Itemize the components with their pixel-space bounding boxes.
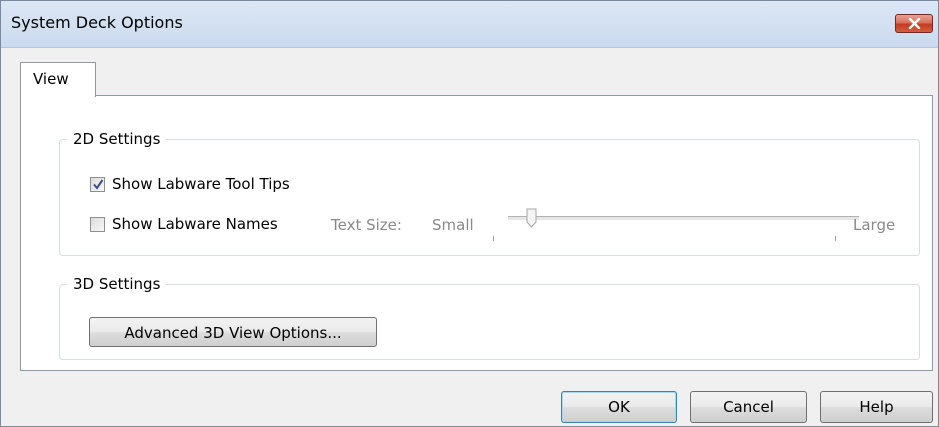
tab-view-label: View (33, 70, 69, 88)
group-2d-legend: 2D Settings (67, 130, 167, 148)
slider-tick-max (835, 236, 836, 241)
show-names-checkbox[interactable] (90, 217, 105, 232)
slider-tick-min (493, 236, 494, 241)
tab-view[interactable]: View (20, 62, 96, 97)
group-3d-legend: 3D Settings (67, 275, 167, 293)
ok-button[interactable]: OK (561, 391, 677, 423)
text-size-small-label: Small (432, 216, 474, 234)
advanced-3d-view-options-button[interactable]: Advanced 3D View Options... (89, 317, 377, 347)
checkmark-icon (93, 179, 104, 190)
cancel-button-label: Cancel (723, 398, 774, 416)
text-size-slider-thumb[interactable] (526, 208, 537, 232)
ok-button-label: OK (608, 398, 630, 416)
close-icon (908, 18, 921, 29)
text-size-label: Text Size: (331, 216, 402, 234)
show-names-label[interactable]: Show Labware Names (112, 215, 278, 233)
text-size-large-label: Large (853, 216, 896, 234)
dialog-window: System Deck Options View 2D Settings Sho… (0, 0, 939, 427)
text-size-slider[interactable] (508, 216, 859, 221)
group-2d-settings: 2D Settings (59, 130, 920, 256)
help-button[interactable]: Help (820, 391, 933, 423)
show-tool-tips-label[interactable]: Show Labware Tool Tips (112, 175, 290, 193)
close-button[interactable] (895, 14, 933, 33)
help-button-label: Help (859, 398, 894, 416)
tab-panel-view: 2D Settings Show Labware Tool Tips Show … (20, 95, 933, 371)
window-title: System Deck Options (11, 13, 183, 32)
cancel-button[interactable]: Cancel (690, 391, 807, 423)
advanced-3d-button-label: Advanced 3D View Options... (124, 324, 342, 342)
show-tool-tips-checkbox[interactable] (90, 177, 105, 192)
title-bar: System Deck Options (1, 1, 938, 48)
